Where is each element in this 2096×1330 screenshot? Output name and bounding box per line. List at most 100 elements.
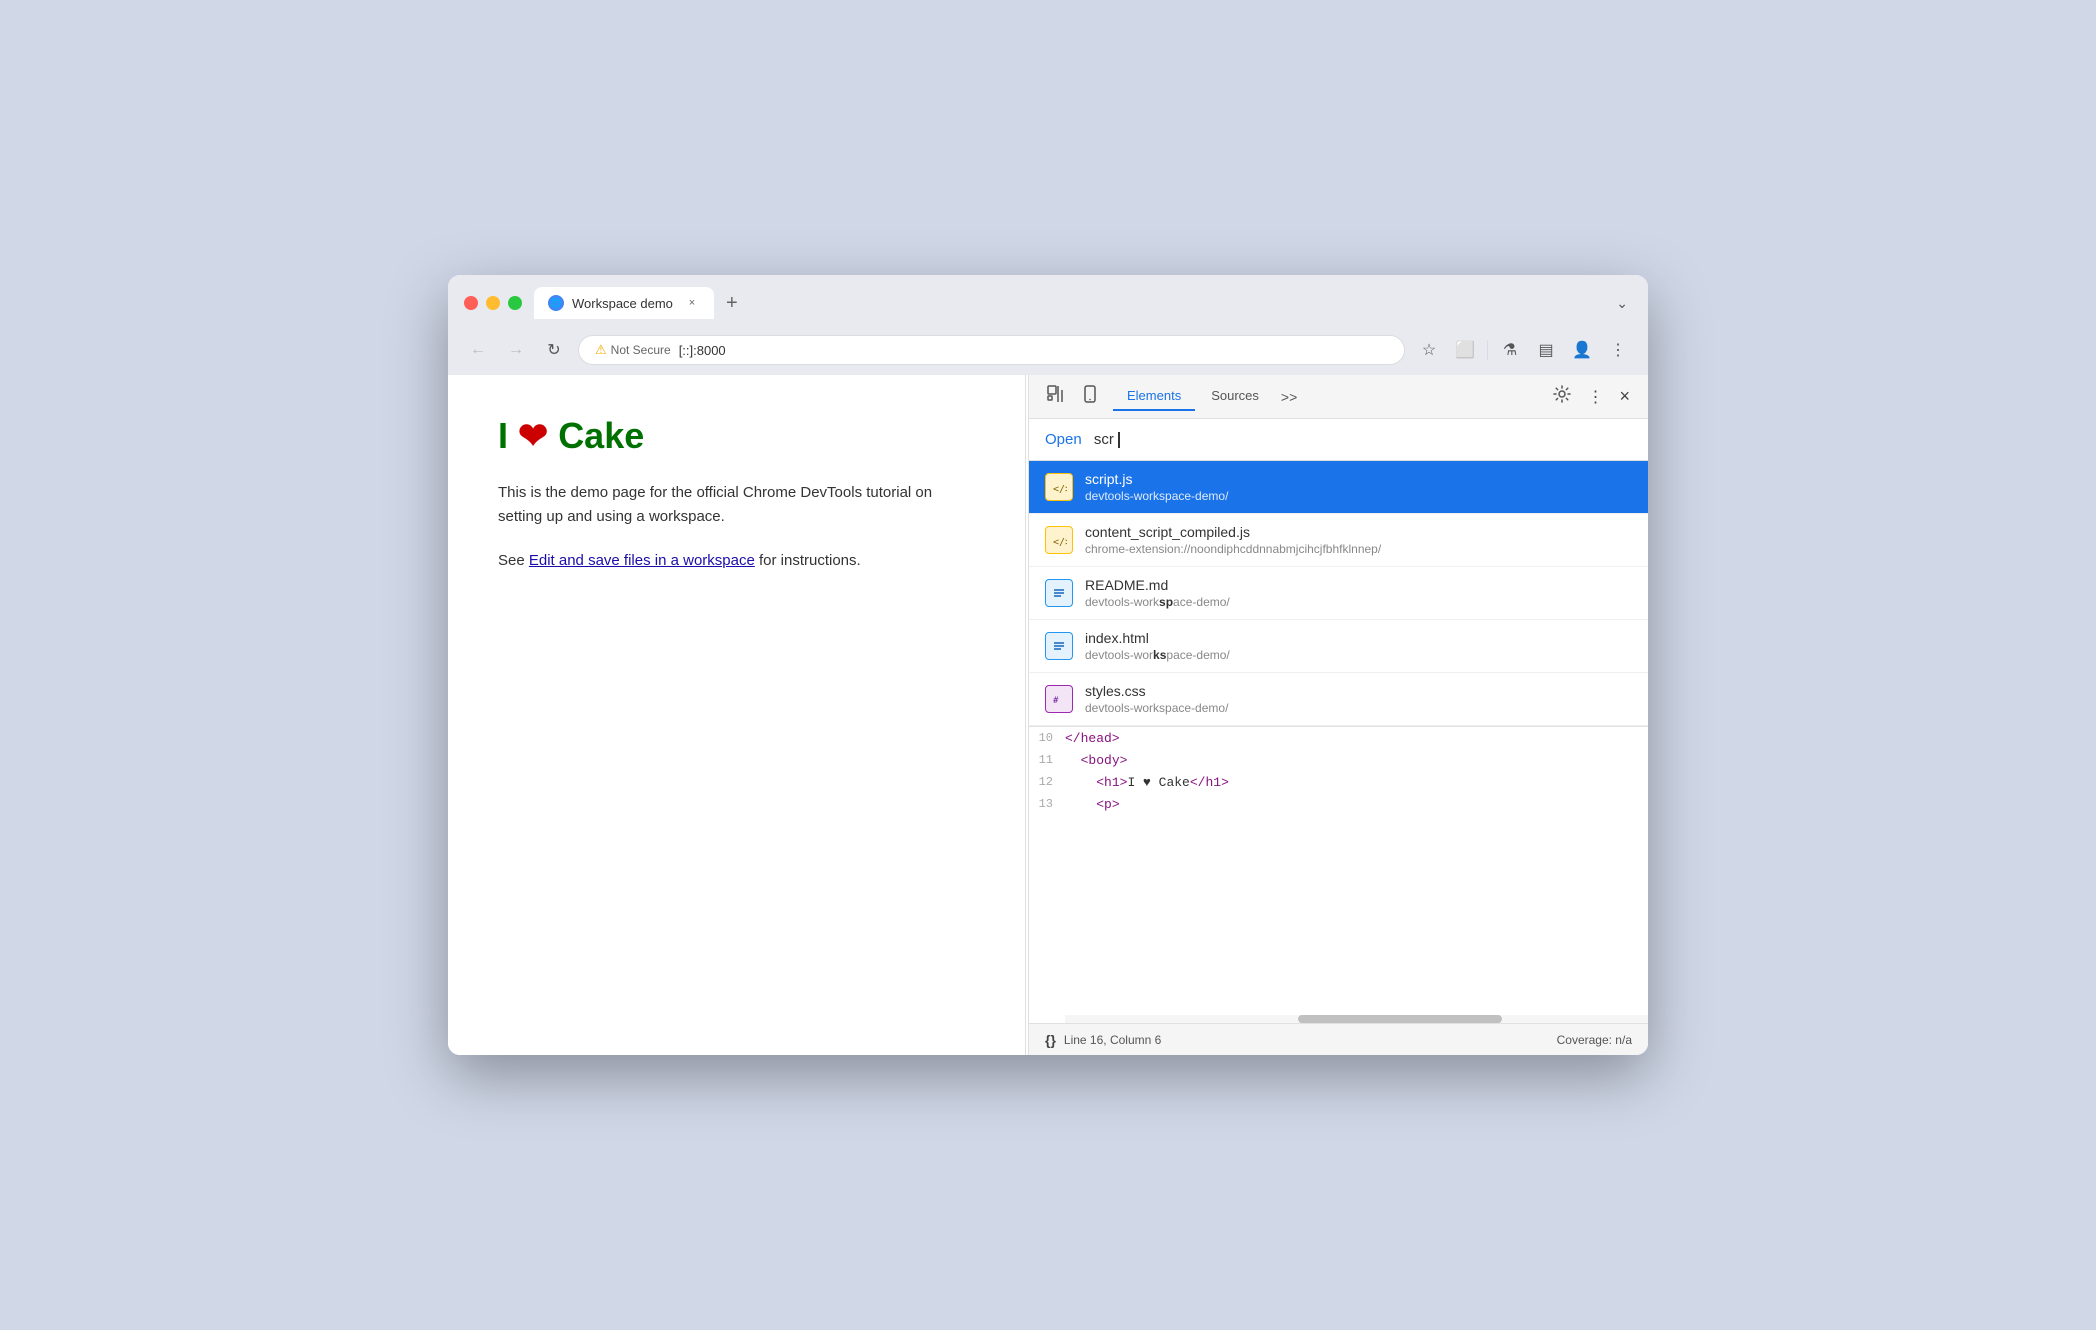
forward-button[interactable]: → bbox=[502, 336, 530, 364]
new-tab-button[interactable]: + bbox=[718, 288, 746, 319]
status-position: Line 16, Column 6 bbox=[1064, 1033, 1161, 1047]
devtools-toolbar-right: ⋮ × bbox=[1547, 379, 1636, 414]
file-item-script-js[interactable]: </> script.js devtools-workspace-demo/ bbox=[1029, 461, 1648, 514]
file-icon-js-2: </> bbox=[1045, 526, 1073, 554]
file-info-3: README.md devtools-workspace-demo/ bbox=[1085, 577, 1230, 609]
sidebar-button[interactable]: ▤ bbox=[1532, 336, 1560, 364]
code-line-10: 10 </head> bbox=[1029, 727, 1648, 749]
page-content: I ❤ Cake This is the demo page for the o… bbox=[448, 375, 1023, 1055]
extensions-icon: ⬜ bbox=[1455, 340, 1475, 360]
tab-end-controls: ⌄ bbox=[1612, 291, 1632, 316]
lab-button[interactable]: ⚗ bbox=[1496, 336, 1524, 364]
code-line-11: 11 <body> bbox=[1029, 749, 1648, 771]
title-bar-top: 🌐 Workspace demo × + ⌄ bbox=[464, 287, 1632, 319]
profile-icon: 👤 bbox=[1572, 340, 1592, 360]
warning-icon: ⚠ bbox=[595, 342, 607, 358]
bookmark-icon: ☆ bbox=[1422, 340, 1436, 360]
address-icons: ☆ ⬜ ⚗ ▤ 👤 ⋮ bbox=[1415, 336, 1632, 364]
security-indicator: ⚠ Not Secure bbox=[595, 342, 671, 358]
tab-close-button[interactable]: × bbox=[684, 295, 700, 311]
workspace-link[interactable]: Edit and save files in a workspace bbox=[529, 552, 755, 569]
device-toggle-button[interactable] bbox=[1075, 379, 1105, 414]
menu-button[interactable]: ⋮ bbox=[1604, 336, 1632, 364]
instructions-text: for instructions. bbox=[755, 552, 861, 569]
see-text: See bbox=[498, 552, 529, 569]
svg-text:#: # bbox=[1053, 696, 1059, 706]
page-heading: I ❤ Cake bbox=[498, 415, 973, 457]
cursor bbox=[1118, 432, 1120, 448]
file-path-highlight-4: ks bbox=[1153, 648, 1166, 662]
devtools-toolbar: Elements Sources >> bbox=[1029, 375, 1648, 419]
more-icon: ⋮ bbox=[1587, 387, 1603, 407]
panel-resize-handle[interactable] bbox=[1023, 375, 1028, 1055]
traffic-lights bbox=[464, 296, 522, 310]
quick-open-bar: Open scr bbox=[1029, 419, 1648, 461]
close-devtools-button[interactable]: × bbox=[1613, 380, 1636, 413]
more-options-button[interactable]: ⋮ bbox=[1581, 381, 1609, 413]
file-icon-js: </> bbox=[1045, 473, 1073, 501]
sidebar-icon: ▤ bbox=[1538, 340, 1553, 360]
tab-elements[interactable]: Elements bbox=[1113, 382, 1195, 411]
title-bar: 🌐 Workspace demo × + ⌄ bbox=[448, 275, 1648, 327]
profile-button[interactable]: 👤 bbox=[1568, 336, 1596, 364]
quick-open-input[interactable]: Open scr bbox=[1045, 431, 1632, 448]
file-icon-css: # bbox=[1045, 685, 1073, 713]
devtools-tabs: Elements Sources >> bbox=[1113, 382, 1543, 411]
file-info-2: content_script_compiled.js chrome-extens… bbox=[1085, 524, 1381, 556]
more-tabs-button[interactable]: >> bbox=[1275, 385, 1303, 409]
format-button[interactable]: {} bbox=[1045, 1032, 1056, 1048]
status-bar: {} Line 16, Column 6 Coverage: n/a bbox=[1029, 1023, 1648, 1055]
file-item-content-script[interactable]: </> content_script_compiled.js chrome-ex… bbox=[1029, 514, 1648, 567]
lab-icon: ⚗ bbox=[1503, 340, 1517, 360]
back-button[interactable]: ← bbox=[464, 336, 492, 364]
file-path: devtools-workspace-demo/ bbox=[1085, 489, 1228, 503]
file-item-readme[interactable]: README.md devtools-workspace-demo/ bbox=[1029, 567, 1648, 620]
scrollbar-thumb[interactable] bbox=[1298, 1015, 1502, 1023]
inspect-element-button[interactable] bbox=[1041, 379, 1071, 414]
code-editor: 10 </head> 11 <body> 12 <h1>I ♥ Cake</h1… bbox=[1029, 727, 1648, 1023]
file-name-2: content_script_compiled.js bbox=[1085, 524, 1381, 540]
bookmark-button[interactable]: ☆ bbox=[1415, 336, 1443, 364]
close-button[interactable] bbox=[464, 296, 478, 310]
close-icon: × bbox=[1619, 386, 1630, 407]
reload-button[interactable]: ↻ bbox=[540, 336, 568, 364]
tab-favicon-icon: 🌐 bbox=[548, 295, 564, 311]
code-horizontal-scrollbar[interactable] bbox=[1065, 1015, 1648, 1023]
quick-open-value: scr bbox=[1094, 431, 1114, 448]
maximize-button[interactable] bbox=[508, 296, 522, 310]
heading-i: I bbox=[498, 415, 508, 457]
file-item-index[interactable]: index.html devtools-workspace-demo/ bbox=[1029, 620, 1648, 673]
minimize-button[interactable] bbox=[486, 296, 500, 310]
file-path-3: devtools-workspace-demo/ bbox=[1085, 595, 1230, 609]
heading-heart: ❤ bbox=[518, 415, 548, 457]
file-path-highlight-3: sp bbox=[1159, 595, 1173, 609]
address-input[interactable]: ⚠ Not Secure [::]:8000 bbox=[578, 335, 1405, 365]
file-path-5: devtools-workspace-demo/ bbox=[1085, 701, 1228, 715]
quick-open-label: Open bbox=[1045, 431, 1082, 448]
file-icon-html bbox=[1045, 632, 1073, 660]
file-item-styles[interactable]: # styles.css devtools-workspace-demo/ bbox=[1029, 673, 1648, 726]
code-line-12: 12 <h1>I ♥ Cake</h1> bbox=[1029, 771, 1648, 793]
settings-button[interactable] bbox=[1547, 379, 1577, 414]
tab-dropdown-button[interactable]: ⌄ bbox=[1612, 291, 1632, 316]
code-line-13: 13 <p> bbox=[1029, 793, 1648, 815]
file-path-2: chrome-extension://noondiphcddnnabmjcihc… bbox=[1085, 542, 1381, 556]
file-name-5: styles.css bbox=[1085, 683, 1228, 699]
svg-text:</>: </> bbox=[1053, 484, 1067, 495]
address-bar: ← → ↻ ⚠ Not Secure [::]:8000 ☆ ⬜ ⚗ ▤ bbox=[448, 327, 1648, 375]
file-info-5: styles.css devtools-workspace-demo/ bbox=[1085, 683, 1228, 715]
file-info-4: index.html devtools-workspace-demo/ bbox=[1085, 630, 1230, 662]
page-link-paragraph: See Edit and save files in a workspace f… bbox=[498, 549, 973, 573]
tab-title: Workspace demo bbox=[572, 296, 676, 311]
status-coverage: Coverage: n/a bbox=[1557, 1033, 1632, 1047]
tab-sources[interactable]: Sources bbox=[1197, 382, 1273, 411]
status-left: {} Line 16, Column 6 bbox=[1045, 1032, 1161, 1048]
browser-tab[interactable]: 🌐 Workspace demo × bbox=[534, 287, 714, 319]
extensions-button[interactable]: ⬜ bbox=[1451, 336, 1479, 364]
not-secure-label: Not Secure bbox=[611, 343, 671, 357]
file-info: script.js devtools-workspace-demo/ bbox=[1085, 471, 1228, 503]
devtools-panel: Elements Sources >> bbox=[1028, 375, 1648, 1055]
tab-bar: 🌐 Workspace demo × + bbox=[534, 287, 1612, 319]
file-name-3: README.md bbox=[1085, 577, 1230, 593]
page-description: This is the demo page for the official C… bbox=[498, 481, 973, 529]
